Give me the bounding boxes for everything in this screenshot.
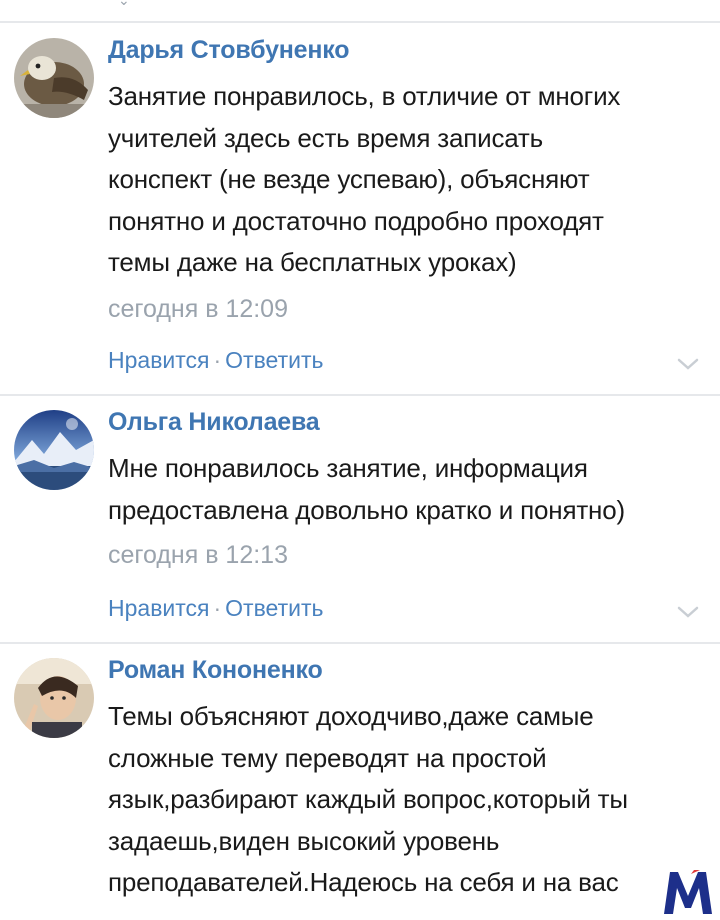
- comment-text-line: учителей здесь есть время записать: [108, 122, 543, 153]
- comment-text-line: Мне понравилось занятие, информация: [108, 453, 588, 483]
- eagle-avatar[interactable]: [14, 38, 94, 118]
- comment-text: Занятие понравилось, в отличие от многих…: [108, 76, 700, 284]
- m-logo-icon: [664, 870, 712, 914]
- comment-text-line: Темы объясняют доходчиво,даже самые: [108, 701, 594, 731]
- comment-actions: Нравится · Ответить: [108, 595, 323, 622]
- comment-text-line: сложные тему переводят на простой: [108, 742, 547, 773]
- comment-text-line: предоставлена довольно кратко и понятно): [108, 494, 625, 525]
- like-link[interactable]: Нравится: [108, 595, 210, 621]
- like-link[interactable]: Нравится: [108, 347, 210, 373]
- comment-item: Роман Кононенко Темы объясняют доходчиво…: [0, 644, 720, 920]
- reply-link[interactable]: Ответить: [225, 595, 323, 621]
- comment-text-line: темы даже на бесплатных уроках): [108, 247, 517, 277]
- action-separator: ·: [213, 595, 222, 621]
- reply-link[interactable]: Ответить: [225, 347, 323, 373]
- action-separator: ·: [213, 347, 222, 373]
- comment-actions: Нравится · Ответить: [108, 347, 323, 374]
- divider: [0, 21, 720, 23]
- person-photo-avatar[interactable]: [14, 658, 94, 738]
- chevron-down-icon[interactable]: [676, 356, 700, 372]
- comment-text-line: Занятие понравилось, в отличие от многих: [108, 81, 621, 111]
- chevron-down-icon[interactable]: [676, 604, 700, 620]
- comment-timestamp[interactable]: сегодня в 12:09: [108, 295, 288, 324]
- mountain-landscape-avatar[interactable]: [14, 410, 94, 490]
- comment-text-line: преподавателей.Надеюсь на себя и на вас: [108, 867, 619, 897]
- comment-text-line: задаешь,виден высокий уровень: [108, 825, 500, 856]
- comment-item: Дарья Стовбуненко Занятие понравилось, в…: [0, 24, 720, 394]
- comment-text-line: язык,разбирают каждый вопрос,который ты: [108, 784, 628, 814]
- comment-text-line: понятно и достаточно подробно проходят: [108, 205, 604, 236]
- comment-text-line: конспект (не везде успеваю), объясняют: [108, 164, 590, 194]
- comment-text: Мне понравилось занятие, информация пред…: [108, 448, 700, 531]
- truncated-glyph: ⌄: [118, 0, 130, 8]
- comment-timestamp[interactable]: сегодня в 12:13: [108, 541, 288, 570]
- comment-author[interactable]: Дарья Стовбуненко: [108, 36, 350, 65]
- comment-item: Ольга Николаева Мне понравилось занятие,…: [0, 396, 720, 642]
- comment-author[interactable]: Роман Кононенко: [108, 656, 323, 685]
- comment-text: Темы объясняют доходчиво,даже самые слож…: [108, 696, 700, 904]
- comment-author[interactable]: Ольга Николаева: [108, 408, 320, 437]
